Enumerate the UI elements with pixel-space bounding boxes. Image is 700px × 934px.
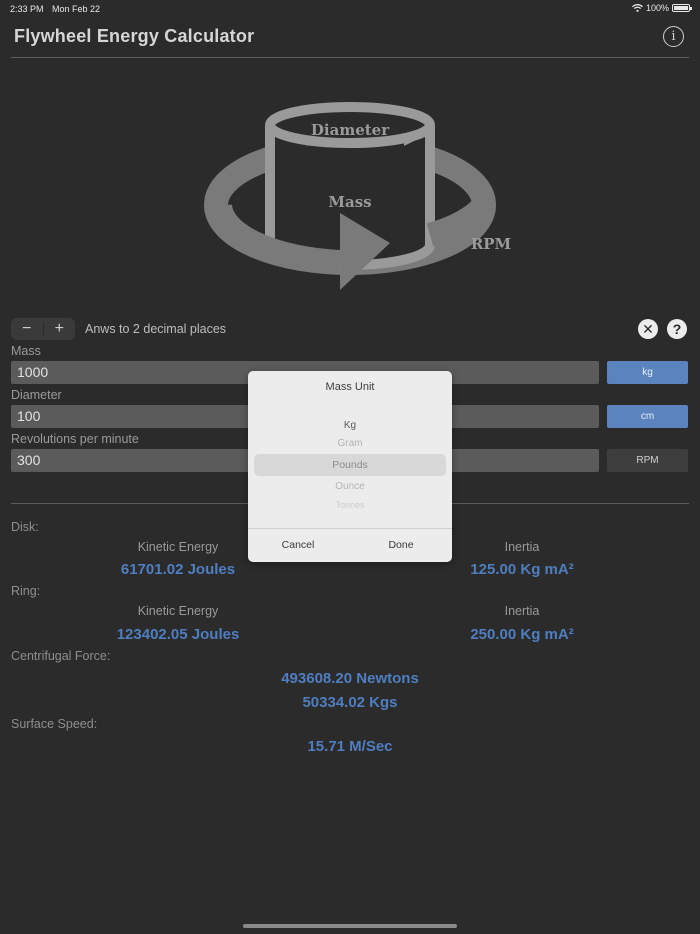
status-date: Mon Feb 22 [52, 4, 101, 14]
battery-percent: 100% [645, 3, 669, 13]
status-time: 2:33 PM [10, 4, 44, 14]
increment-button[interactable]: + [44, 318, 76, 340]
picker-option-tonnes[interactable]: Tonnes [254, 500, 446, 510]
ring-inertia-value: 250.00 Kg mA² [470, 626, 574, 643]
unit-picker[interactable]: Kg Gram Pounds Ounce Tonnes [254, 418, 446, 514]
diagram-mass-label: Mass [328, 193, 371, 211]
decrement-button[interactable]: − [11, 318, 43, 340]
centrifugal-section-label: Centrifugal Force: [11, 649, 111, 663]
flywheel-diagram: Diameter Mass RPM [204, 102, 511, 290]
centrifugal-newtons-value: 493608.20 Newtons [281, 670, 419, 687]
ring-inertia-label: Inertia [504, 604, 540, 618]
header-divider [11, 57, 689, 58]
status-indicators: 100% [632, 3, 692, 13]
help-icon[interactable]: ? [667, 319, 687, 339]
page-title: Flywheel Energy Calculator [14, 26, 255, 46]
decimal-stepper[interactable]: − + [11, 318, 75, 340]
dialog-divider [248, 528, 452, 529]
picker-option-kg[interactable]: Kg [254, 420, 446, 431]
cancel-button[interactable]: Cancel [248, 539, 348, 551]
clear-icon[interactable]: ✕ [638, 319, 658, 339]
info-icon[interactable]: i [663, 26, 684, 47]
ring-ke-value: 123402.05 Joules [116, 626, 240, 643]
done-button[interactable]: Done [351, 539, 451, 551]
ring-section-label: Ring: [11, 584, 41, 598]
disk-section-label: Disk: [11, 520, 39, 534]
dialog-title: Mass Unit [325, 381, 375, 393]
surface-speed-value: 15.71 M/Sec [307, 738, 393, 755]
disk-inertia-value: 125.00 Kg mA² [470, 561, 574, 578]
centrifugal-kgs-value: 50334.02 Kgs [302, 694, 398, 711]
wifi-icon [632, 4, 643, 12]
battery-icon [672, 4, 692, 12]
mass-unit-dialog: Mass Unit Kg Gram Pounds Ounce Tonnes Ca… [248, 371, 452, 562]
rpm-label: Revolutions per minute [11, 432, 139, 446]
mass-label: Mass [11, 344, 41, 358]
diagram-diameter-label: Diameter [311, 121, 390, 139]
picker-option-ounce[interactable]: Ounce [254, 481, 446, 492]
picker-option-gram[interactable]: Gram [254, 438, 446, 449]
diameter-unit-button[interactable]: cm [607, 405, 688, 428]
disk-ke-value: 61701.02 Joules [120, 561, 236, 578]
ring-ke-label: Kinetic Energy [137, 604, 219, 618]
diagram-rpm-label: RPM [471, 235, 511, 253]
decimal-places-label: Anws to 2 decimal places [85, 322, 227, 336]
rpm-unit-button[interactable]: RPM [607, 449, 688, 472]
surface-section-label: Surface Speed: [11, 717, 98, 731]
home-indicator[interactable] [243, 924, 457, 928]
mass-unit-button[interactable]: kg [607, 361, 688, 384]
diameter-label: Diameter [11, 388, 62, 402]
picker-option-pounds[interactable]: Pounds [254, 459, 446, 471]
